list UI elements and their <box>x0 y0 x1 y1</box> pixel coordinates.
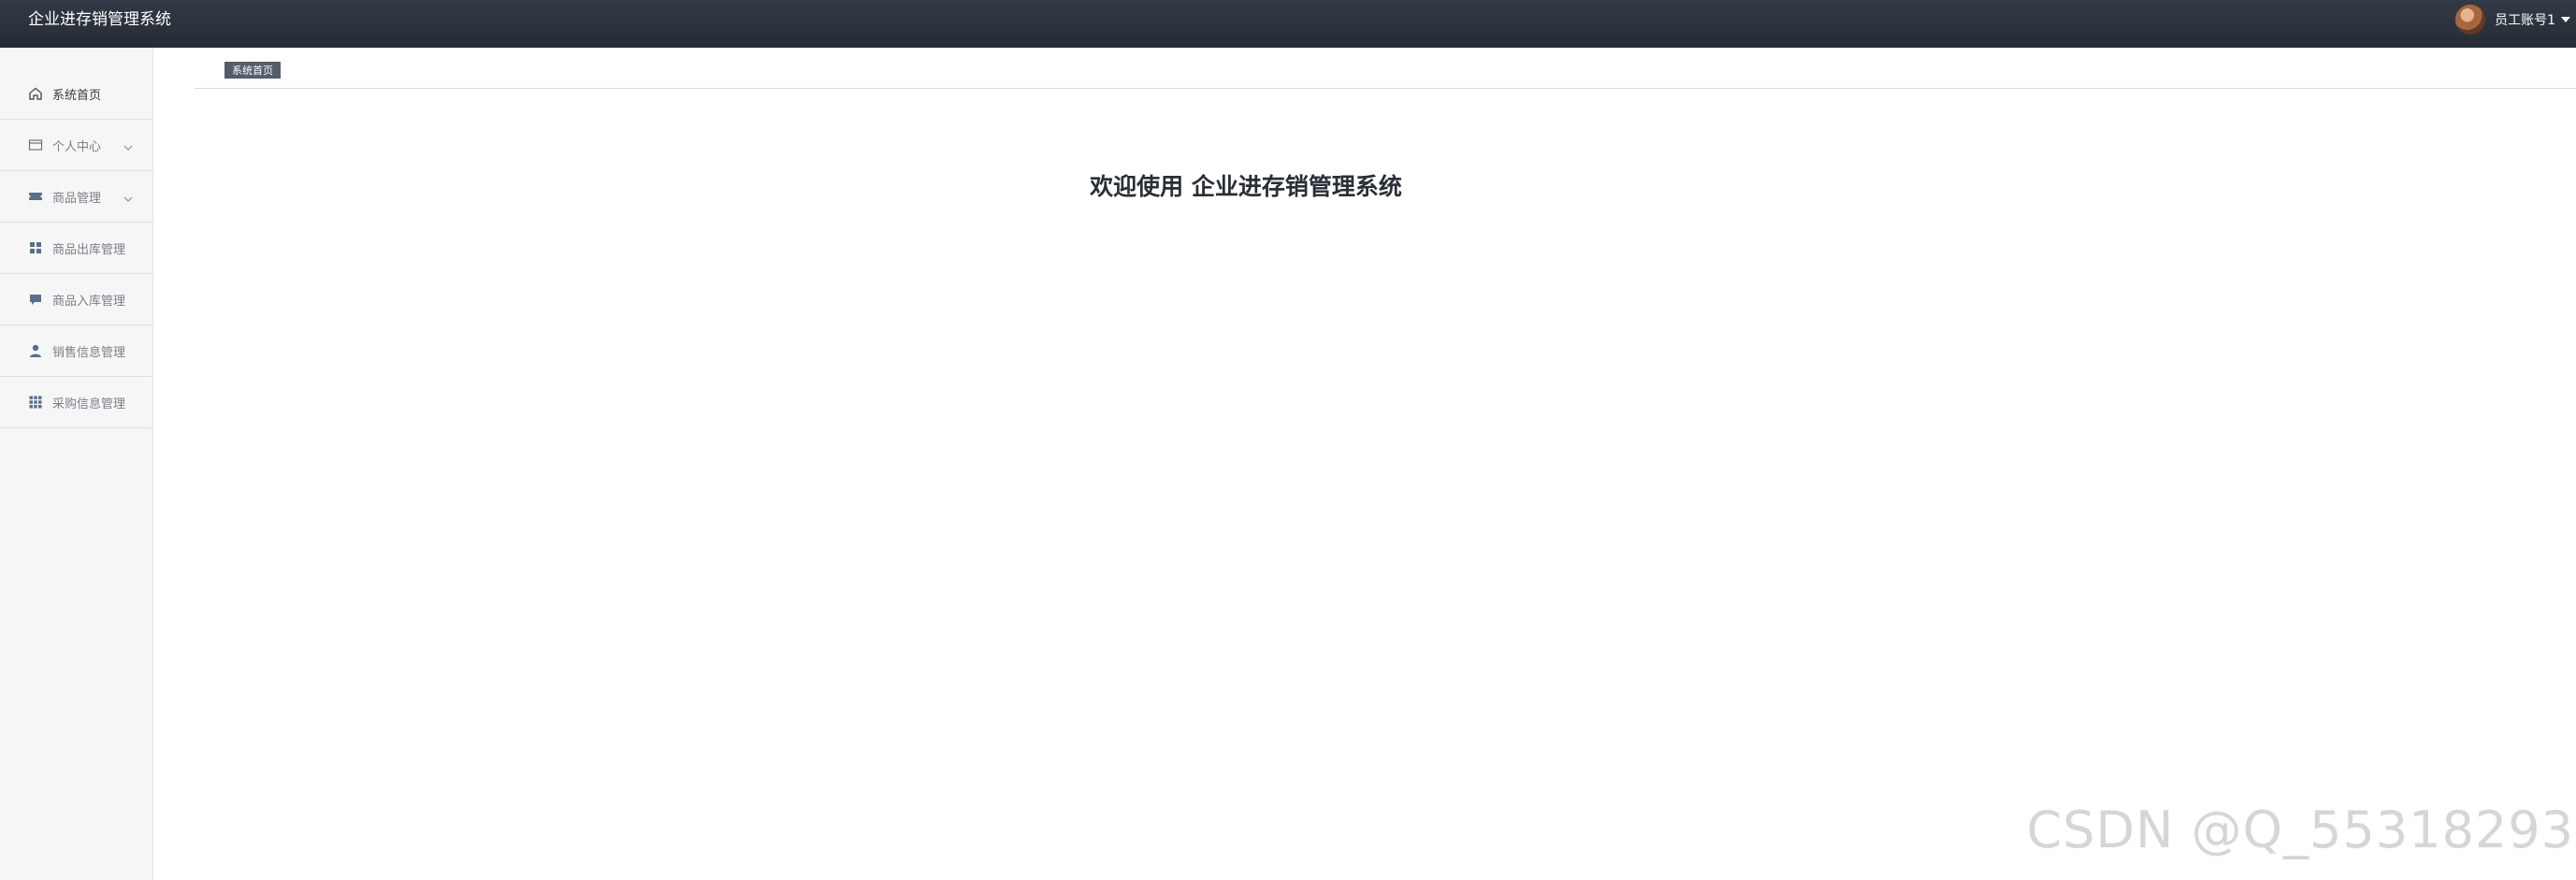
top-bar: 企业进存销管理系统 员工账号1 <box>0 0 2576 48</box>
sidebar-item-label: 商品入库管理 <box>52 294 126 309</box>
grid-icon <box>28 240 43 255</box>
tab-home[interactable]: 系统首页 <box>224 62 281 79</box>
avatar[interactable] <box>2455 4 2486 35</box>
sidebar-item-stock-in[interactable]: 商品入库管理 <box>0 274 152 325</box>
app-window: 企业进存销管理系统 员工账号1 系统首页 个人中心 商品管理 商品出库管理 商品… <box>0 0 2576 880</box>
sidebar-item-personal-center[interactable]: 个人中心 <box>0 120 152 171</box>
user-name[interactable]: 员工账号1 <box>2495 10 2555 29</box>
sidebar-item-label: 商品出库管理 <box>52 242 126 257</box>
watermark: CSDN @Q_55318293 <box>2026 801 2574 859</box>
card-icon <box>28 137 43 152</box>
chevron-down-icon[interactable] <box>123 139 134 157</box>
sidebar-item-sales-info[interactable]: 销售信息管理 <box>0 325 152 377</box>
message-icon <box>28 292 43 307</box>
sidebar-item-stock-out[interactable]: 商品出库管理 <box>0 223 152 274</box>
sidebar-item-label: 个人中心 <box>52 139 102 154</box>
user-menu[interactable]: 员工账号1 <box>2455 0 2576 38</box>
user-icon <box>28 343 43 358</box>
sidebar-item-label: 销售信息管理 <box>52 345 126 360</box>
sidebar-item-label: 系统首页 <box>52 88 102 103</box>
sidebar-item-purchase-info[interactable]: 采购信息管理 <box>0 377 152 428</box>
app-title: 企业进存销管理系统 <box>28 10 171 29</box>
home-icon <box>28 86 43 101</box>
welcome-heading: 欢迎使用 企业进存销管理系统 <box>1090 173 1402 200</box>
sidebar-item-label: 采购信息管理 <box>52 397 126 411</box>
welcome-heading-wrapper: 欢迎使用 企业进存销管理系统 <box>0 168 2492 202</box>
caret-down-icon[interactable] <box>2561 16 2570 22</box>
tabs-bar: 系统首页 <box>195 48 2576 89</box>
sidebar-item-home[interactable]: 系统首页 <box>0 48 152 120</box>
apps-icon <box>28 395 43 410</box>
